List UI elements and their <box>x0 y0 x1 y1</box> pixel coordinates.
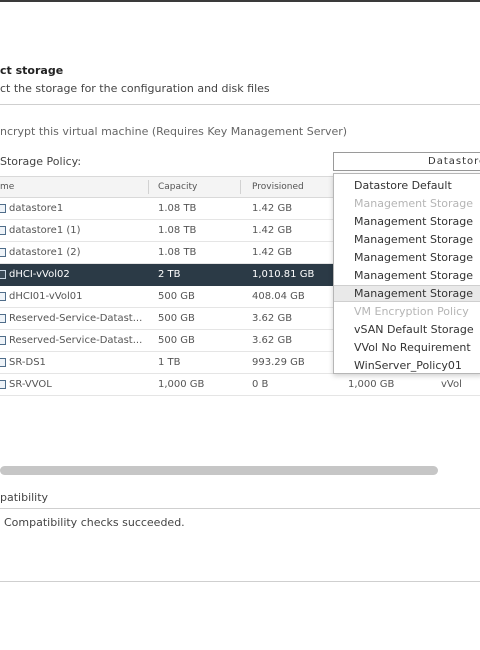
dropdown-option[interactable]: Management Storage <box>354 286 473 302</box>
datastore-icon <box>0 292 6 301</box>
cell-name: Reserved-Service-Datast... <box>9 313 143 324</box>
cell-provisioned: 408.04 GB <box>252 291 305 302</box>
cell-capacity: 500 GB <box>158 335 195 346</box>
cell-name: datastore1 (1) <box>9 225 81 236</box>
cell-capacity: 2 TB <box>158 269 181 280</box>
cell-name: datastore1 (2) <box>9 247 81 258</box>
datastore-icon <box>0 358 6 367</box>
window-top-border <box>0 0 480 2</box>
cell-capacity: 500 GB <box>158 291 195 302</box>
datastore-icon <box>0 380 6 389</box>
cell-provisioned: 1.42 GB <box>252 247 293 258</box>
column-header-capacity[interactable]: Capacity <box>158 177 197 197</box>
cell-capacity: 1,000 GB <box>158 379 205 390</box>
page-subtitle: ct the storage for the configuration and… <box>0 82 270 95</box>
cell-type: vVol <box>441 379 462 390</box>
dropdown-option[interactable]: Management Storage <box>354 250 473 266</box>
cell-provisioned: 3.62 GB <box>252 335 293 346</box>
table-row[interactable]: SR-VVOL 1,000 GB 0 B 1,000 GB vVol <box>0 374 480 396</box>
cell-provisioned: 993.29 GB <box>252 357 305 368</box>
cell-name: SR-DS1 <box>9 357 46 368</box>
column-header-name[interactable]: me <box>0 177 14 197</box>
dropdown-option[interactable]: VVol No Requirement <box>354 340 471 356</box>
datastore-icon <box>0 336 6 345</box>
cell-name: dHCI-vVol02 <box>9 269 70 280</box>
cell-provisioned: 3.62 GB <box>252 313 293 324</box>
dropdown-option[interactable]: Management Storage <box>354 214 473 230</box>
divider <box>0 104 480 105</box>
cell-provisioned: 1.42 GB <box>252 225 293 236</box>
dropdown-option: Management Storage <box>354 197 473 210</box>
cell-name: dHCI01-vVol01 <box>9 291 83 302</box>
page-title: ct storage <box>0 64 64 77</box>
column-divider[interactable] <box>148 180 149 194</box>
cell-name: Reserved-Service-Datast... <box>9 335 143 346</box>
dropdown-option[interactable]: vSAN Default Storage <box>354 322 474 338</box>
cell-capacity: 500 GB <box>158 313 195 324</box>
cell-name: datastore1 <box>9 203 64 214</box>
datastore-icon <box>0 204 6 213</box>
dropdown-option: VM Encryption Policy <box>354 305 469 318</box>
dropdown-option[interactable]: Datastore Default <box>354 178 452 194</box>
dropdown-option[interactable]: Management Storage <box>354 268 473 284</box>
cell-capacity: 1.08 TB <box>158 247 197 258</box>
cell-capacity: 1 TB <box>158 357 181 368</box>
cell-name: SR-VVOL <box>9 379 52 390</box>
storage-policy-dropdown: Datastore Default Management Storage Manag… <box>333 173 480 374</box>
cell-provisioned: 1.42 GB <box>252 203 293 214</box>
column-header-provisioned[interactable]: Provisioned <box>252 177 304 197</box>
storage-policy-select[interactable]: Datastore <box>333 152 480 171</box>
compatibility-message: Compatibility checks succeeded. <box>4 516 185 529</box>
encrypt-vm-checkbox-label[interactable]: ncrypt this virtual machine (Requires Ke… <box>0 125 347 138</box>
dropdown-option[interactable]: Management Storage <box>354 232 473 248</box>
cell-capacity: 1.08 TB <box>158 203 197 214</box>
dropdown-option[interactable]: WinServer_Policy01 <box>354 358 462 373</box>
column-divider[interactable] <box>240 180 241 194</box>
datastore-icon <box>0 248 6 257</box>
datastore-icon <box>0 270 6 279</box>
datastore-icon <box>0 314 6 323</box>
cell-provisioned: 0 B <box>252 379 269 390</box>
horizontal-scrollbar[interactable] <box>0 466 438 475</box>
compatibility-heading: patibility <box>0 491 49 504</box>
datastore-icon <box>0 226 6 235</box>
cell-provisioned: 1,010.81 GB <box>252 269 315 280</box>
storage-policy-label: Storage Policy: <box>0 155 82 168</box>
cell-free: 1,000 GB <box>348 379 395 390</box>
cell-capacity: 1.08 TB <box>158 225 197 236</box>
